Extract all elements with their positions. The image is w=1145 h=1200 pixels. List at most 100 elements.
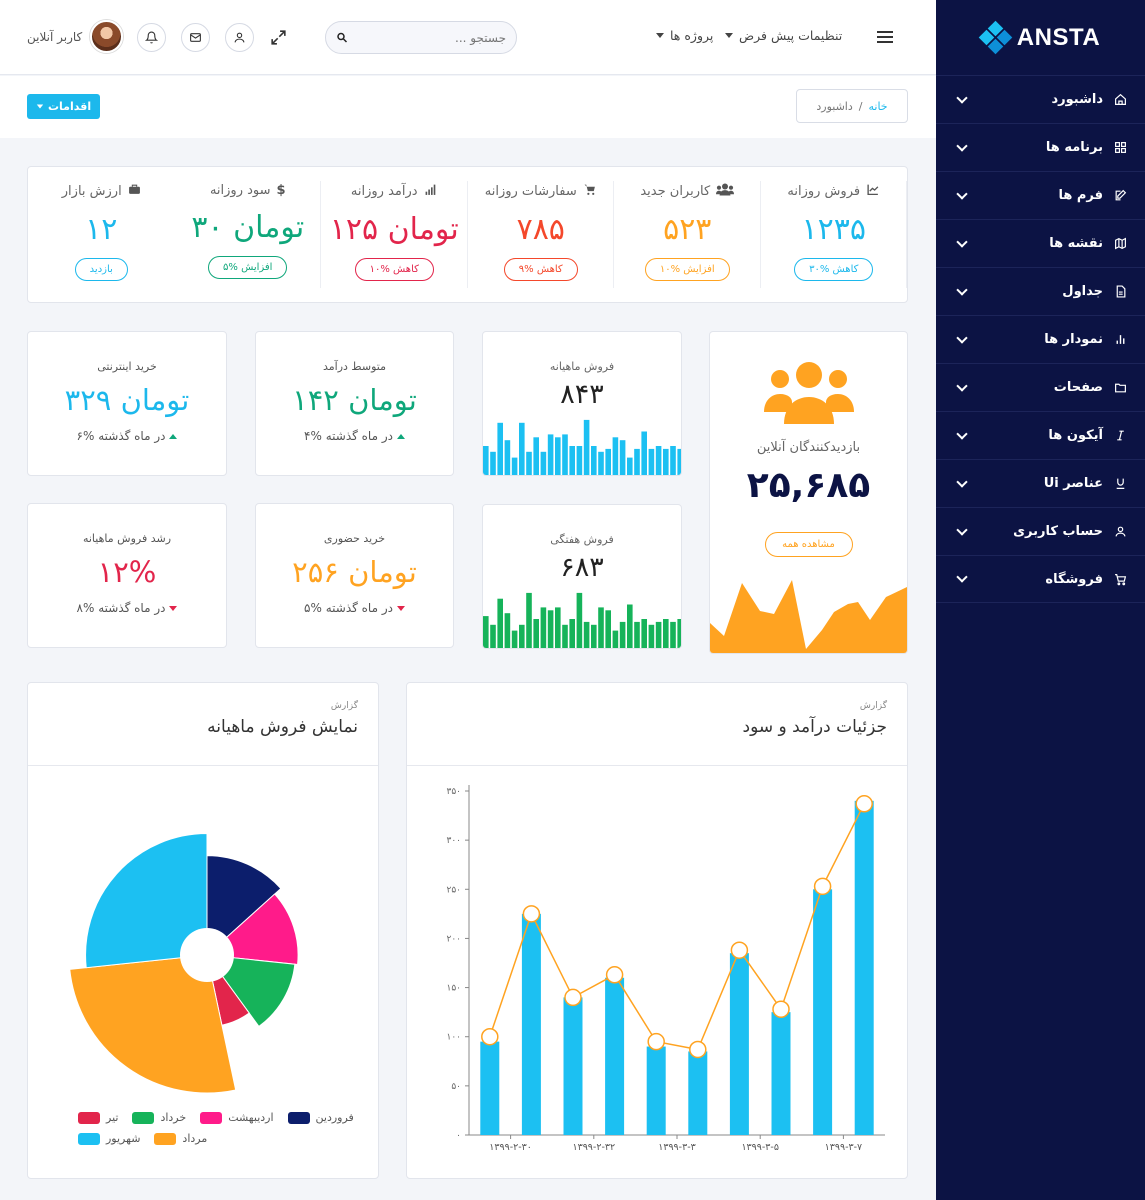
spark-bar xyxy=(634,621,640,648)
spark-bar xyxy=(511,457,518,475)
stat-item: سود روزانه $ ۳۰ تومان ۵% افزایش xyxy=(175,167,322,302)
chevron-down-icon xyxy=(956,427,968,440)
bell-icon xyxy=(145,31,158,44)
breadcrumb-current: داشبورد xyxy=(816,99,853,113)
avatar[interactable] xyxy=(90,20,124,53)
search-input[interactable] xyxy=(356,30,506,45)
caret-down-icon xyxy=(36,104,44,109)
settings-dropdown[interactable]: تنظیمات پیش فرض xyxy=(725,28,842,43)
legend-item[interactable]: فروردین xyxy=(287,1111,354,1124)
sidebar-item[interactable]: صفحات xyxy=(936,363,1145,411)
document-icon xyxy=(1113,285,1127,299)
spark-bar xyxy=(562,434,568,475)
stat-title: سفارشات روزانه xyxy=(468,183,615,200)
stat-badge[interactable]: ۱۰% کاهش xyxy=(354,258,434,281)
chevron-down-icon xyxy=(956,187,968,200)
sidebar-item-content: حساب کاربری xyxy=(1013,524,1127,539)
spark-bar xyxy=(547,610,554,648)
stat-item: ارزش بازار ۱۲ بازدید xyxy=(28,167,175,302)
messages-button[interactable] xyxy=(181,23,210,52)
legend-swatch xyxy=(132,1111,155,1124)
sidebar-item-content: جداول xyxy=(1062,284,1127,299)
section-kicker: گزارش xyxy=(330,701,358,711)
sidebar-item[interactable]: عناصر Ui xyxy=(936,459,1145,507)
spark-bar xyxy=(483,446,489,475)
users-group-icon xyxy=(763,362,854,424)
spark-bar xyxy=(670,621,676,648)
spark-bar xyxy=(677,619,681,648)
search-icon[interactable] xyxy=(336,30,348,45)
stat-badge[interactable]: ۹% کاهش xyxy=(503,258,578,281)
stat-badge[interactable]: ۳۰% کاهش xyxy=(794,258,874,281)
kpi-monthly-growth: رشد فروش ماهیانه ۱۲% ۸% در ماه گذشته xyxy=(27,503,227,648)
breadcrumb-home-link[interactable]: خانه xyxy=(868,100,887,113)
spark-bar xyxy=(555,437,561,475)
sidebar-item[interactable]: نقشه ها xyxy=(936,219,1145,267)
stat-item: کاربران جدید ۵۲۳ ۱۰% افزایش xyxy=(614,167,761,302)
notifications-button[interactable] xyxy=(137,23,166,52)
legend-item[interactable]: اردیبهشت xyxy=(200,1111,274,1124)
sidebar-item-label: حساب کاربری xyxy=(1013,524,1103,539)
kpi-footer: ۵% در ماه گذشته xyxy=(256,601,453,615)
sidebar-item[interactable]: نمودار ها xyxy=(936,315,1145,363)
visitors-title: بازدیدکنندگان آنلاین xyxy=(756,440,861,455)
y-tick-label: ۱۰۰ xyxy=(446,1033,461,1043)
chart-line xyxy=(489,803,865,1051)
stat-title-text: ارزش بازار xyxy=(61,184,122,199)
view-all-button[interactable]: مشاهده همه xyxy=(764,532,853,557)
fullscreen-button[interactable] xyxy=(269,28,288,51)
grid-icon xyxy=(1113,141,1127,155)
search-box xyxy=(325,21,517,54)
spark-bar xyxy=(540,451,547,475)
user-icon xyxy=(234,32,245,43)
sidebar-item-label: فروشگاه xyxy=(1045,571,1103,587)
stat-badge[interactable]: ۱۰% افزایش xyxy=(644,258,730,281)
profile-button[interactable] xyxy=(225,23,254,52)
trend-up-icon xyxy=(169,433,178,439)
sidebar-item[interactable]: فرم ها xyxy=(936,171,1145,219)
kpi-footer: ۶% در ماه گذشته xyxy=(28,429,226,443)
chevron-down-icon xyxy=(956,475,968,488)
map-icon xyxy=(1113,237,1127,251)
underline-icon xyxy=(1113,477,1127,491)
spark-bar xyxy=(547,434,554,475)
chart-bar xyxy=(605,977,625,1135)
kpi-footer-text: ۸% در ماه گذشته xyxy=(76,601,166,615)
actions-label: اقدامات xyxy=(48,100,92,113)
kpi-title: خرید حضوری xyxy=(323,532,386,545)
section-title: گزارش جزئیات درآمد و سود xyxy=(743,701,887,737)
sidebar-item[interactable]: فروشگاه xyxy=(936,555,1145,603)
spark-bar xyxy=(519,422,525,475)
projects-label: پروژه ها xyxy=(670,28,714,43)
legend-label: تیر xyxy=(106,1111,119,1124)
y-tick-label: ۰ xyxy=(456,1131,461,1141)
stat-badge[interactable]: بازدید xyxy=(74,258,128,281)
actions-button[interactable]: اقدامات xyxy=(27,94,101,119)
brand-logo[interactable]: ANSTA xyxy=(936,0,1145,75)
legend-item[interactable]: خرداد xyxy=(132,1111,186,1124)
sidebar-item[interactable]: جداول xyxy=(936,267,1145,315)
user-menu[interactable]: کاربر آنلاین xyxy=(27,20,124,53)
card-title: فروش هفتگی xyxy=(550,533,614,546)
projects-dropdown[interactable]: پروژه ها xyxy=(656,28,713,43)
legend-item[interactable]: تیر xyxy=(78,1111,118,1124)
spark-bar xyxy=(612,630,619,648)
spark-bar xyxy=(619,440,626,475)
spark-bar xyxy=(511,630,518,648)
sidebar-item[interactable]: داشبورد xyxy=(936,75,1145,123)
stat-badge[interactable]: ۵% افزایش xyxy=(208,256,288,279)
sidebar-item-label: صفحات xyxy=(1053,380,1103,395)
menu-toggle-icon[interactable] xyxy=(877,31,893,46)
breadcrumb-bar: اقدامات داشبورد / خانه xyxy=(0,76,936,138)
sidebar-item[interactable]: حساب کاربری xyxy=(936,507,1145,555)
sidebar-item[interactable]: برنامه ها xyxy=(936,123,1145,171)
card-title: فروش ماهیانه xyxy=(549,360,615,373)
sidebar-item-label: نقشه ها xyxy=(1049,236,1103,251)
spark-bar xyxy=(562,624,568,648)
legend-item[interactable]: مرداد xyxy=(154,1132,207,1145)
legend-item[interactable]: شهریور xyxy=(78,1132,140,1145)
sidebar-item[interactable]: آیکون ها xyxy=(936,411,1145,459)
spark-bar xyxy=(533,437,539,475)
spark-bar xyxy=(490,451,496,475)
spark-bar xyxy=(490,624,496,648)
